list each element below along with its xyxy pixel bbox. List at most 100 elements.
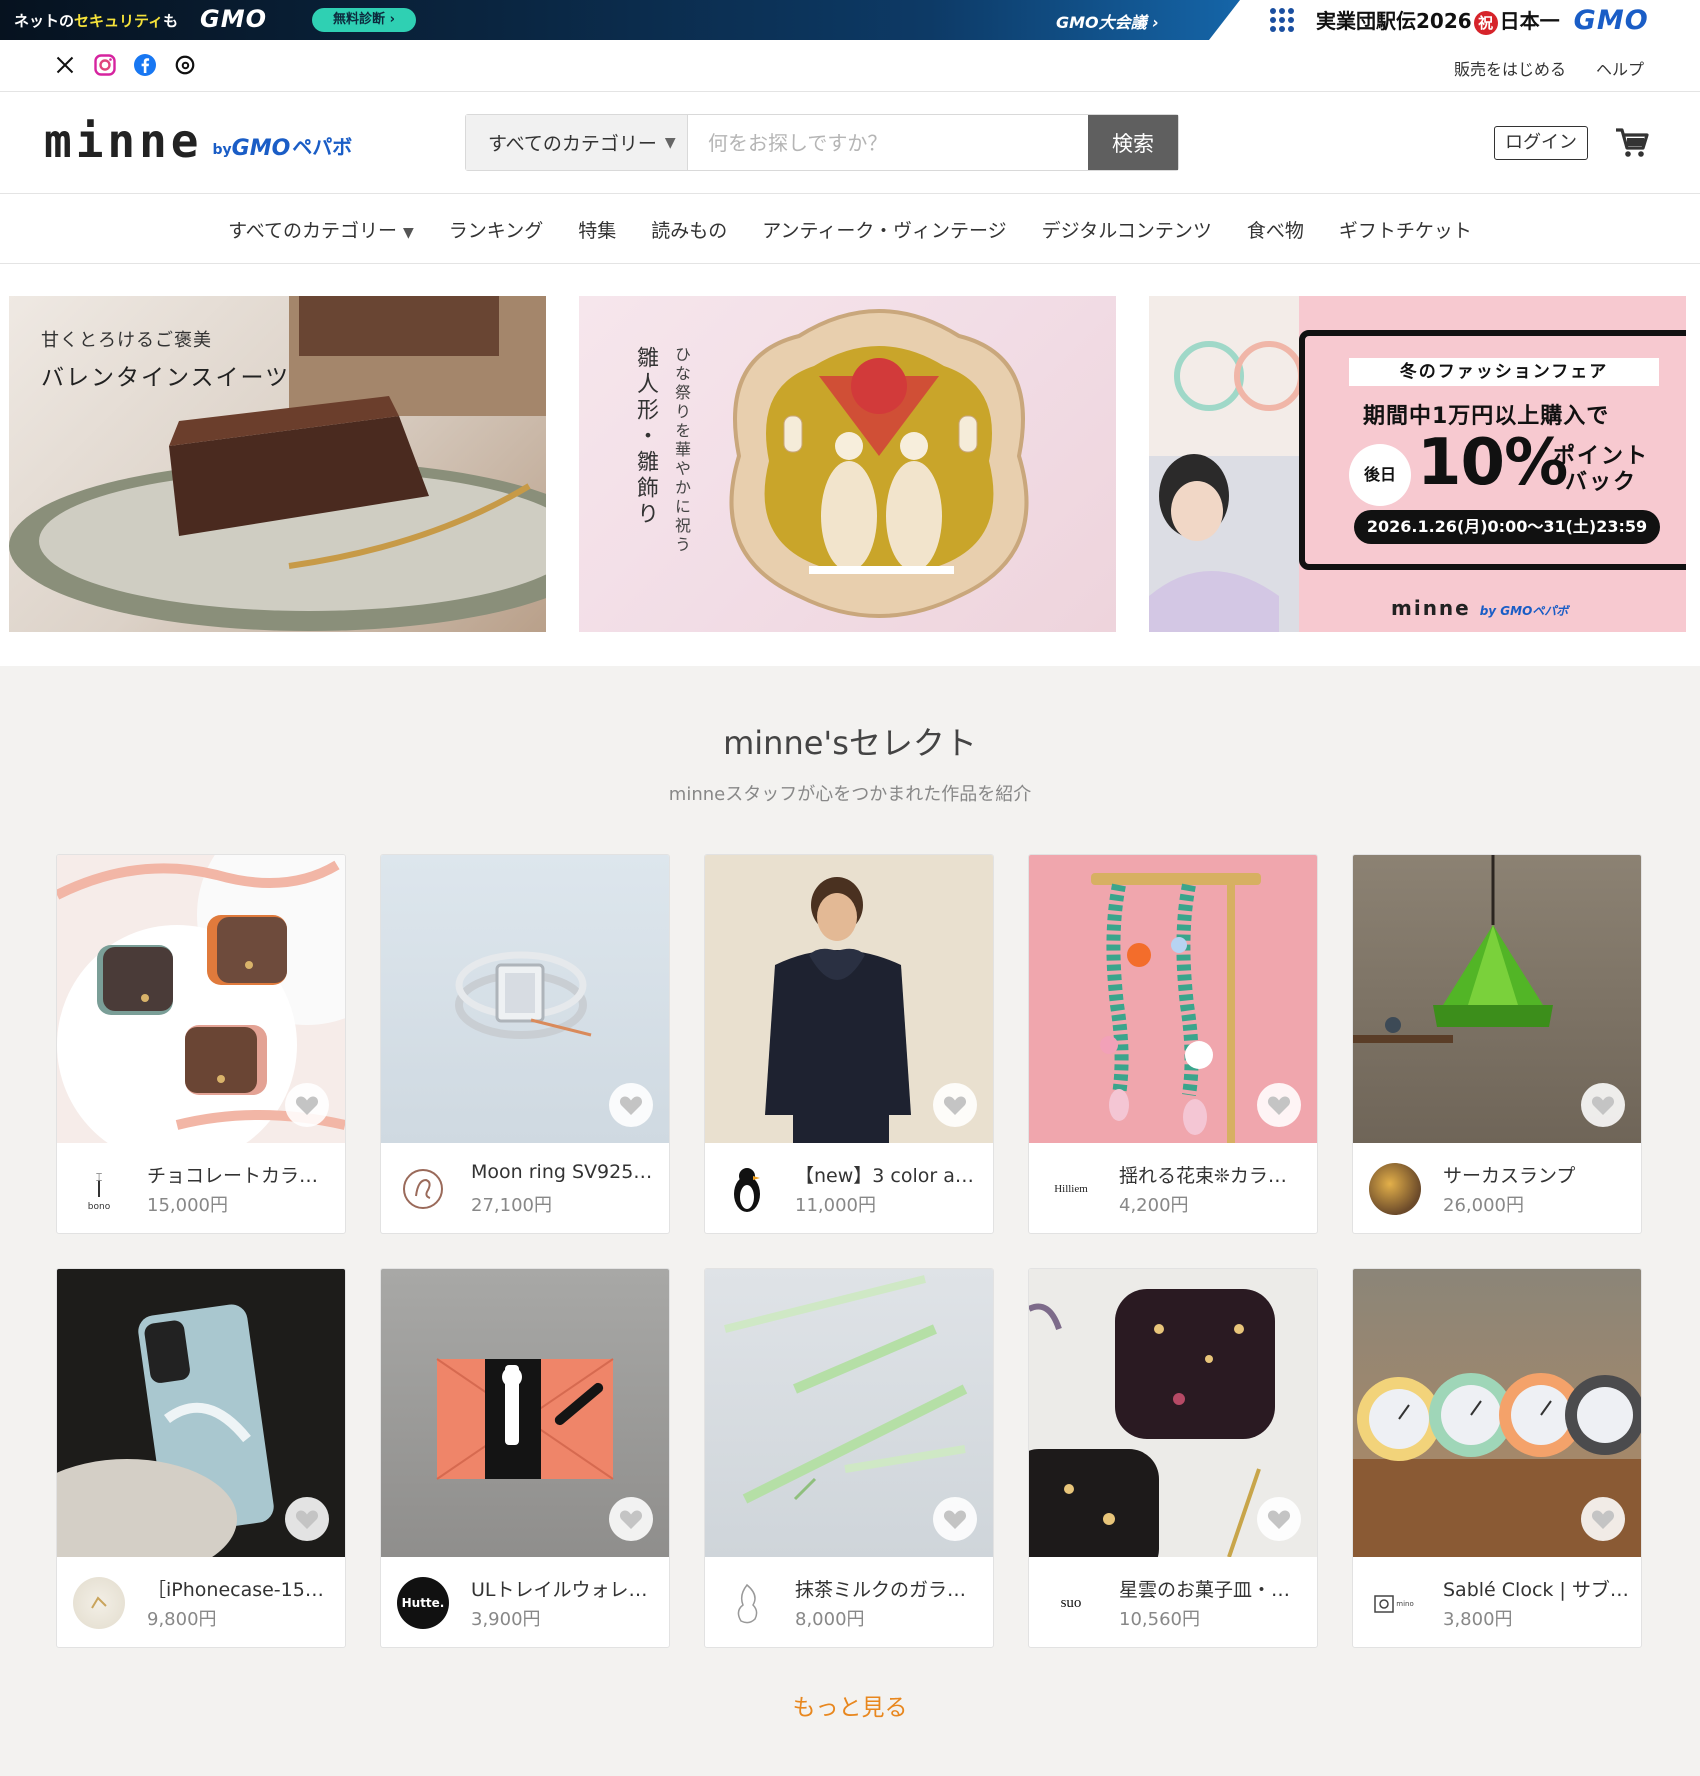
favorite-heart-icon[interactable] — [933, 1083, 977, 1127]
product-title[interactable]: サーカスランプ — [1443, 1161, 1629, 1188]
nav-all-categories[interactable]: すべてのカテゴリー ▼ — [228, 216, 414, 243]
product-title[interactable]: ［iPhonecase-15p… — [147, 1575, 333, 1602]
shop-avatar[interactable] — [721, 1163, 773, 1215]
shop-avatar[interactable]: Hilliem — [1045, 1163, 1097, 1215]
instagram-icon[interactable] — [92, 52, 118, 78]
product-card[interactable]: ⌶ bono チョコレートカラ… 15,000円 — [56, 854, 346, 1234]
product-price: 10,560円 — [1119, 1609, 1200, 1630]
gmo-promo-bar: ネットのセキュリティも GMO 無料診断 › GMO大会議 › 実業団駅伝202… — [0, 0, 1700, 40]
product-image[interactable] — [381, 855, 669, 1143]
product-title[interactable]: チョコレートカラ… — [147, 1161, 333, 1188]
banner-hina-dolls[interactable]: ひな祭りを華やかに祝う 雛人形・雛飾り — [579, 296, 1116, 632]
apps-grid-icon[interactable] — [1270, 6, 1298, 34]
start-selling-link[interactable]: 販売をはじめる — [1454, 56, 1566, 80]
minne-logo[interactable]: minne by GMO ペパボ — [44, 118, 352, 164]
banner-winter-fashion-fair[interactable]: 冬のファッションフェア 期間中1万円以上購入で 後日 10% ポイント バック 2… — [1149, 296, 1686, 632]
product-price: 15,000円 — [147, 1195, 228, 1216]
product-title[interactable]: 抹茶ミルクのガラ… — [795, 1575, 981, 1602]
see-more-link[interactable]: もっと見る — [0, 1688, 1700, 1722]
favorite-heart-icon[interactable] — [1581, 1083, 1625, 1127]
threads-icon[interactable] — [172, 52, 198, 78]
product-image[interactable] — [705, 1269, 993, 1557]
search-button[interactable]: 検索 — [1088, 115, 1178, 170]
favorite-heart-icon[interactable] — [1257, 1083, 1301, 1127]
nav-ranking[interactable]: ランキング — [449, 216, 543, 243]
product-card[interactable]: Hilliem 揺れる花束❊カラ… 4,200円 — [1028, 854, 1318, 1234]
login-button[interactable]: ログイン — [1494, 126, 1588, 160]
shop-avatar[interactable] — [721, 1577, 773, 1629]
product-price: 27,100円 — [471, 1195, 552, 1216]
favorite-heart-icon[interactable] — [1257, 1497, 1301, 1541]
favorite-heart-icon[interactable] — [285, 1083, 329, 1127]
percent-value: 10% — [1417, 426, 1568, 500]
section-subtitle: minneスタッフが心をつかまれた作品を紹介 — [668, 784, 1032, 805]
banner-vertical-subtitle: ひな祭りを華やかに祝う — [672, 346, 691, 555]
product-image[interactable] — [705, 855, 993, 1143]
shop-avatar[interactable]: Hutte. — [397, 1577, 449, 1629]
help-link[interactable]: ヘルプ — [1596, 56, 1644, 80]
favorite-heart-icon[interactable] — [285, 1497, 329, 1541]
nav-gift-ticket[interactable]: ギフトチケット — [1339, 216, 1472, 243]
product-grid: ⌶ bono チョコレートカラ… 15,000円 Moon ring SV925…… — [56, 854, 1644, 1648]
product-card[interactable]: サーカスランプ 26,000円 — [1352, 854, 1642, 1234]
gmo-logo: GMO — [200, 5, 267, 33]
shop-avatar[interactable]: mino — [1369, 1577, 1421, 1629]
favorite-heart-icon[interactable] — [933, 1497, 977, 1541]
ekiden-ad[interactable]: 実業団駅伝2026 祝日本一 GMO — [1270, 0, 1649, 40]
nav-feature[interactable]: 特集 — [578, 216, 616, 243]
x-icon[interactable] — [52, 52, 78, 78]
iwai-badge: 祝 — [1473, 11, 1498, 35]
product-image[interactable] — [1353, 1269, 1641, 1557]
favorite-heart-icon[interactable] — [1581, 1497, 1625, 1541]
product-card[interactable]: Moon ring SV925… 27,100円 — [380, 854, 670, 1234]
svg-text:bono: bono — [88, 1202, 111, 1211]
cart-icon[interactable] — [1614, 124, 1650, 160]
product-image[interactable] — [1029, 855, 1317, 1143]
product-title[interactable]: 星雲のお菓子皿・… — [1119, 1575, 1305, 1602]
product-title[interactable]: 【new】3 color anti… — [795, 1161, 981, 1188]
utility-links: 販売をはじめる ヘルプ — [1454, 56, 1644, 80]
favorite-heart-icon[interactable] — [609, 1497, 653, 1541]
product-image[interactable] — [1029, 1269, 1317, 1579]
product-info: Moon ring SV925… 27,100円 — [381, 1143, 669, 1233]
product-title[interactable]: Sablé Clock | サブ… — [1443, 1575, 1629, 1602]
product-image[interactable] — [57, 855, 345, 1165]
product-price: 11,000円 — [795, 1195, 876, 1216]
shop-avatar[interactable]: suo — [1045, 1577, 1097, 1629]
product-price: 3,900円 — [471, 1609, 541, 1630]
nav-antique-vintage[interactable]: アンティーク・ヴィンテージ — [762, 216, 1006, 243]
social-links — [52, 52, 198, 78]
product-info: ⌶ bono チョコレートカラ… 15,000円 — [57, 1143, 345, 1233]
product-card[interactable]: ［iPhonecase-15p… 9,800円 — [56, 1268, 346, 1648]
nav-food[interactable]: 食べ物 — [1247, 216, 1304, 243]
category-select[interactable]: すべてのカテゴリー ▼ — [466, 115, 688, 170]
product-card[interactable]: mino Sablé Clock | サブ… 3,800円 — [1352, 1268, 1642, 1648]
product-title[interactable]: 揺れる花束❊カラ… — [1119, 1161, 1305, 1188]
shop-avatar[interactable] — [397, 1163, 449, 1215]
search-input[interactable] — [688, 115, 1088, 170]
gmo-conference-link[interactable]: GMO大会議 › — [1056, 9, 1159, 33]
product-card[interactable]: 抹茶ミルクのガラ… 8,000円 — [704, 1268, 994, 1648]
product-title[interactable]: Moon ring SV925… — [471, 1161, 657, 1183]
nav-digital-contents[interactable]: デジタルコンテンツ — [1042, 216, 1212, 243]
shop-avatar[interactable] — [1369, 1163, 1421, 1215]
section-title: minne'sセレクト — [723, 724, 977, 762]
product-card[interactable]: Hutte. ULトレイルウォレ… 3,900円 — [380, 1268, 670, 1648]
product-title[interactable]: ULトレイルウォレ… — [471, 1575, 657, 1602]
shop-avatar[interactable]: ⌶ bono — [73, 1163, 125, 1215]
favorite-heart-icon[interactable] — [609, 1083, 653, 1127]
product-image[interactable] — [1353, 855, 1641, 1143]
search-bar: すべてのカテゴリー▼ 検索 — [465, 114, 1179, 171]
gmo-security-ad[interactable]: ネットのセキュリティも GMO 無料診断 › GMO大会議 › — [0, 0, 1240, 40]
svg-text:mino: mino — [1396, 1600, 1413, 1608]
product-image[interactable] — [381, 1269, 669, 1557]
facebook-icon[interactable] — [132, 52, 158, 78]
banner-valentine-sweets[interactable]: 甘くとろけるご褒美 バレンタインスイーツ — [9, 296, 546, 632]
product-card[interactable]: suo 星雲のお菓子皿・… 10,560円 — [1028, 1268, 1318, 1648]
product-image[interactable] — [57, 1269, 345, 1579]
shop-avatar[interactable] — [73, 1577, 125, 1629]
free-diagnosis-button[interactable]: 無料診断 › — [312, 8, 416, 32]
nav-reading[interactable]: 読みもの — [651, 216, 727, 243]
product-price: 26,000円 — [1443, 1195, 1524, 1216]
product-card[interactable]: 【new】3 color anti… 11,000円 — [704, 854, 994, 1234]
